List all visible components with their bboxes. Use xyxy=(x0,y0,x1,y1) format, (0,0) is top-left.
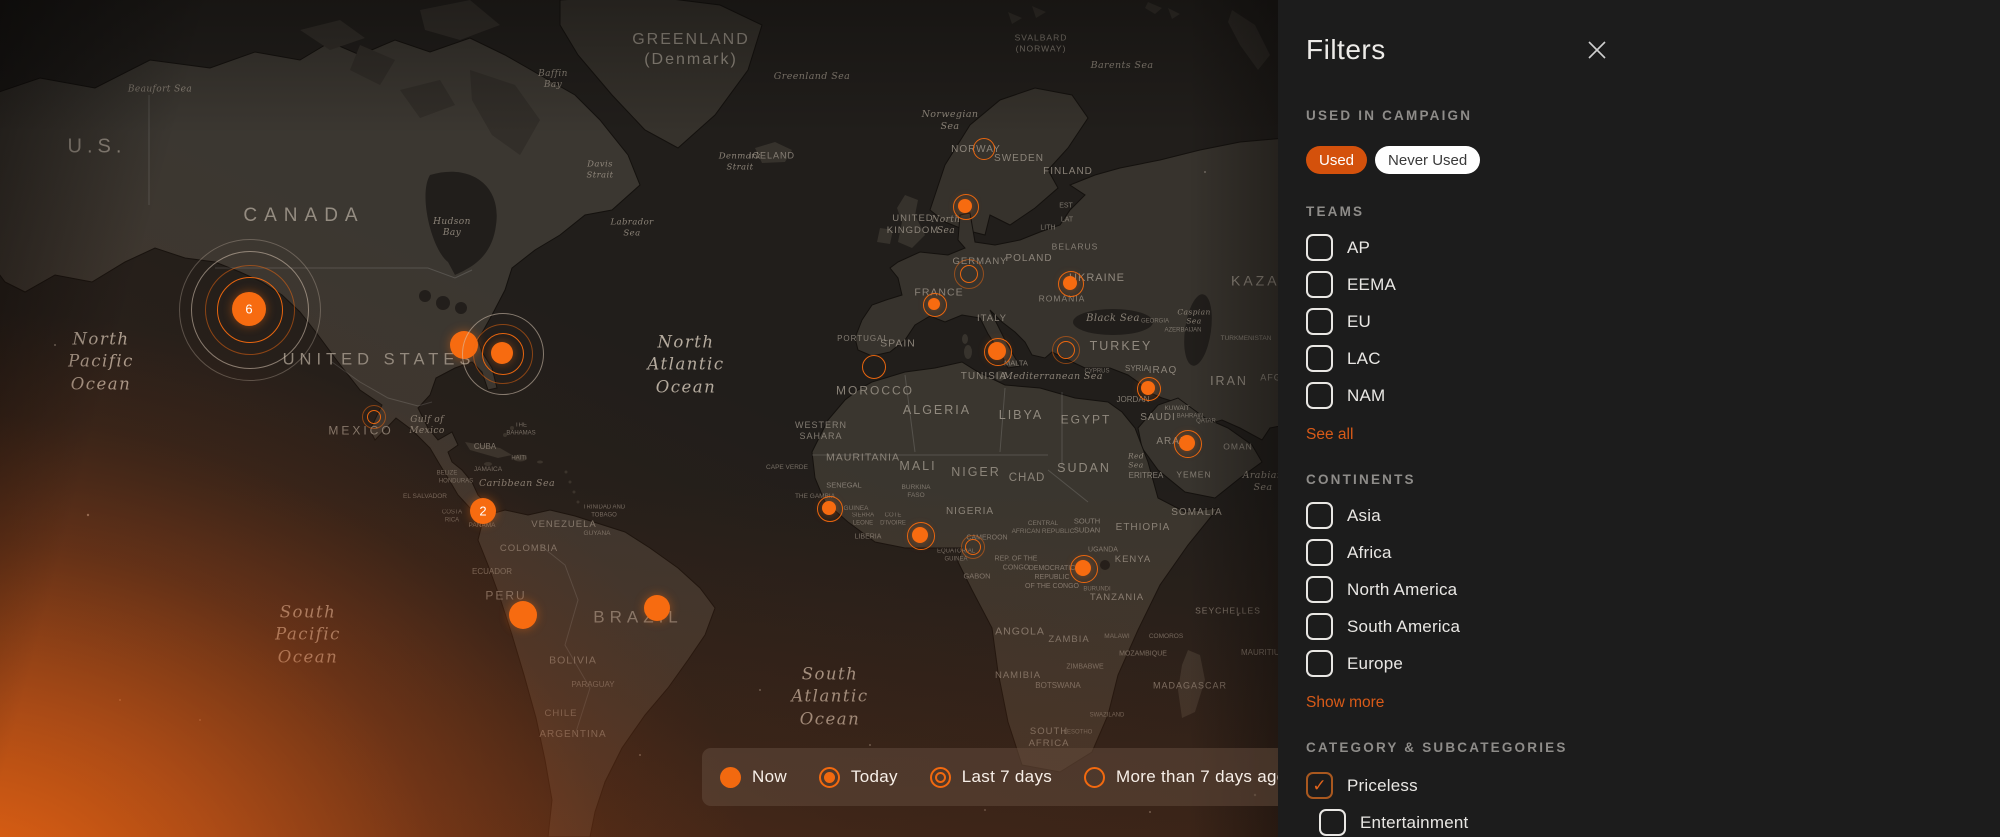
map-markers-layer: 62 xyxy=(0,0,1278,837)
checkbox-row-entertainment[interactable]: Entertainment xyxy=(1306,809,2000,836)
checkbox-row-africa[interactable]: Africa xyxy=(1306,539,2000,566)
legend-item-now: Now xyxy=(720,767,787,788)
checkbox-europe[interactable] xyxy=(1306,650,1333,677)
section-teams: TEAMS AP EEMA EU LAC NAM See all xyxy=(1306,204,2000,444)
see-all-link[interactable]: See all xyxy=(1306,425,1353,444)
show-more-link[interactable]: Show more xyxy=(1306,693,1384,712)
close-icon[interactable] xyxy=(1585,38,1609,62)
checkbox-row-nam[interactable]: NAM xyxy=(1306,382,2000,409)
pill-never-used[interactable]: Never Used xyxy=(1375,146,1480,174)
legend-label: Last 7 days xyxy=(962,767,1052,787)
checkbox-africa[interactable] xyxy=(1306,539,1333,566)
legend-label: Now xyxy=(752,767,787,787)
panel-title: Filters xyxy=(1306,34,2000,66)
legend-item-more-than-7-days-ago: More than 7 days ago xyxy=(1084,767,1278,788)
checkbox-label: Entertainment xyxy=(1360,813,1468,833)
continents-checkbox-list: Asia Africa North America South America Euro… xyxy=(1306,502,2000,677)
checkbox-label: EEMA xyxy=(1347,275,1396,295)
checkbox-nam[interactable] xyxy=(1306,382,1333,409)
marker-count: 6 xyxy=(245,302,252,317)
checkbox-label: NAM xyxy=(1347,386,1385,406)
checkbox-row-asia[interactable]: Asia xyxy=(1306,502,2000,529)
checkbox-row-north-america[interactable]: North America xyxy=(1306,576,2000,603)
checkbox-label: North America xyxy=(1347,580,1457,600)
used-filter-pills: Used Never Used xyxy=(1306,146,2000,174)
checkbox-label: EU xyxy=(1347,312,1371,332)
checkbox-label: AP xyxy=(1347,238,1370,258)
checkbox-row-eu[interactable]: EU xyxy=(1306,308,2000,335)
checkbox-row-europe[interactable]: Europe xyxy=(1306,650,2000,677)
checkbox-row-eema[interactable]: EEMA xyxy=(1306,271,2000,298)
checkbox-lac[interactable] xyxy=(1306,345,1333,372)
map-legend: Now Today Last 7 days More than 7 days ago xyxy=(702,748,1278,806)
legend-now-icon xyxy=(720,767,741,788)
legend-label: More than 7 days ago xyxy=(1116,767,1278,787)
filters-panel: Filters USED IN CAMPAIGN UsedNever Used … xyxy=(1278,0,2000,837)
checkbox-priceless[interactable]: ✓ xyxy=(1306,772,1333,799)
legend-last7-icon xyxy=(930,767,951,788)
world-map[interactable]: U.S.CANADAUNITED STATESGREENLAND(Denmark… xyxy=(0,0,1278,837)
checkbox-label: Priceless xyxy=(1347,776,1418,796)
checkbox-label: LAC xyxy=(1347,349,1381,369)
category-checkbox-list: ✓ Priceless Entertainment xyxy=(1306,772,2000,837)
checkbox-eu[interactable] xyxy=(1306,308,1333,335)
section-continents: CONTINENTS Asia Africa North America South … xyxy=(1306,472,2000,712)
legend-item-today: Today xyxy=(819,767,898,788)
section-header: CATEGORY & SUBCATEGORIES xyxy=(1306,740,2000,756)
section-header: CONTINENTS xyxy=(1306,472,2000,488)
pill-used[interactable]: Used xyxy=(1306,146,1367,174)
section-header: USED IN CAMPAIGN xyxy=(1306,108,2000,124)
checkbox-label: South America xyxy=(1347,617,1460,637)
checkbox-row-south-america[interactable]: South America xyxy=(1306,613,2000,640)
marker-count: 2 xyxy=(479,504,486,519)
legend-more7-icon xyxy=(1084,767,1105,788)
section-header: TEAMS xyxy=(1306,204,2000,220)
checkbox-label: Europe xyxy=(1347,654,1403,674)
checkbox-row-priceless[interactable]: ✓ Priceless xyxy=(1306,772,2000,799)
checkbox-north-america[interactable] xyxy=(1306,576,1333,603)
legend-today-icon xyxy=(819,767,840,788)
legend-label: Today xyxy=(851,767,898,787)
section-category-subcategories: CATEGORY & SUBCATEGORIES ✓ Priceless Enter… xyxy=(1306,740,2000,837)
teams-checkbox-list: AP EEMA EU LAC NAM xyxy=(1306,234,2000,409)
legend-item-last-7-days: Last 7 days xyxy=(930,767,1052,788)
checkbox-label: Africa xyxy=(1347,543,1392,563)
checkbox-label: Asia xyxy=(1347,506,1381,526)
checkbox-entertainment[interactable] xyxy=(1319,809,1346,836)
checkbox-asia[interactable] xyxy=(1306,502,1333,529)
checkbox-south-america[interactable] xyxy=(1306,613,1333,640)
section-used-in-campaign: USED IN CAMPAIGN Used Never Used xyxy=(1306,108,2000,174)
checkbox-row-ap[interactable]: AP xyxy=(1306,234,2000,261)
checkbox-eema[interactable] xyxy=(1306,271,1333,298)
checkbox-row-lac[interactable]: LAC xyxy=(1306,345,2000,372)
checkbox-ap[interactable] xyxy=(1306,234,1333,261)
